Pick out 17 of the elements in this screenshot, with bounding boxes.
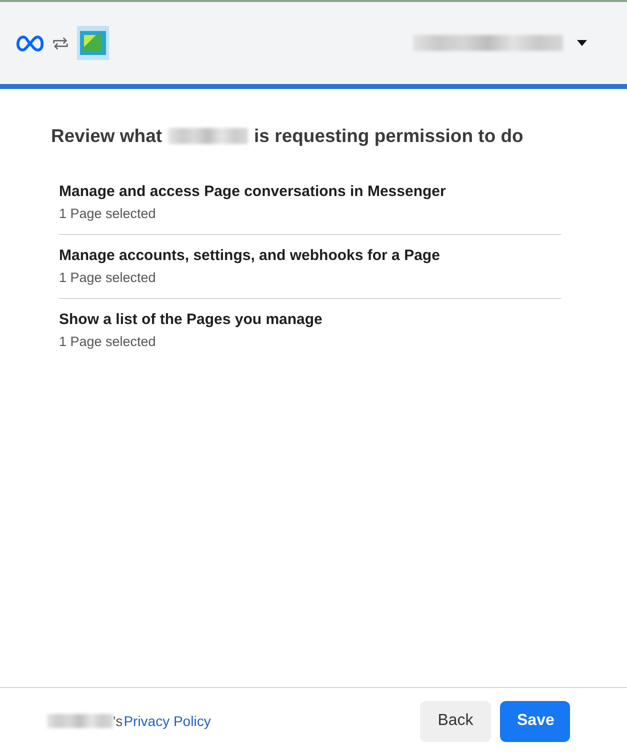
possessive-text: 's [113, 713, 123, 729]
heading-text: Review what [51, 125, 162, 147]
permission-title: Manage accounts, settings, and webhooks for a Page [59, 247, 441, 264]
privacy-policy-link[interactable]: Privacy Policy [124, 713, 211, 729]
infinity-logo-icon [16, 34, 44, 52]
redacted-app-name [47, 714, 113, 728]
permission-detail: 1 Page selected [59, 334, 157, 349]
app-icon [77, 26, 109, 60]
save-button[interactable]: Save [500, 700, 570, 742]
heading-text: is requesting permission to do [254, 125, 524, 147]
caret-icon [577, 40, 587, 46]
permission-detail: 1 Page selected [59, 270, 157, 285]
back-button[interactable]: Back [420, 700, 491, 742]
swap-arrows-icon [51, 34, 70, 52]
permission-title: Manage and access Page conversations in Messenger [59, 183, 447, 200]
permission-title: Show a list of the Pages you manage [59, 311, 324, 328]
permission-detail: 1 Page selected [59, 206, 157, 221]
